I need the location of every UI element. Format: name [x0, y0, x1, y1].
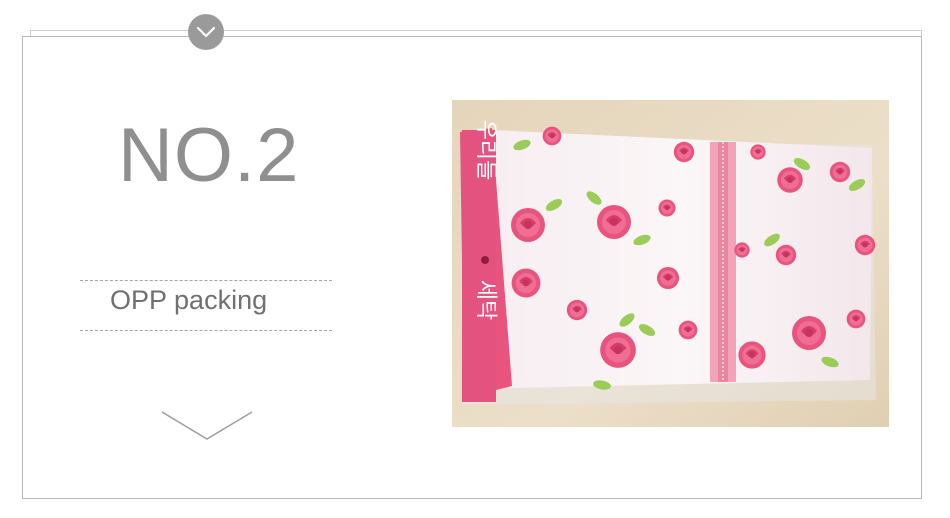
top-chevron-badge	[188, 14, 224, 50]
product-photo: 우리들 세탁	[452, 100, 889, 427]
section-number-title: NO.2	[118, 113, 300, 198]
divider-top	[80, 280, 332, 281]
chevron-down-icon	[196, 26, 216, 38]
divider-bottom	[80, 330, 332, 331]
chevron-down-icon	[161, 411, 253, 440]
section-caption: OPP packing	[110, 285, 268, 315]
package-label-top: 우리들	[473, 120, 498, 181]
package-label-bottom: 세탁	[473, 280, 498, 320]
